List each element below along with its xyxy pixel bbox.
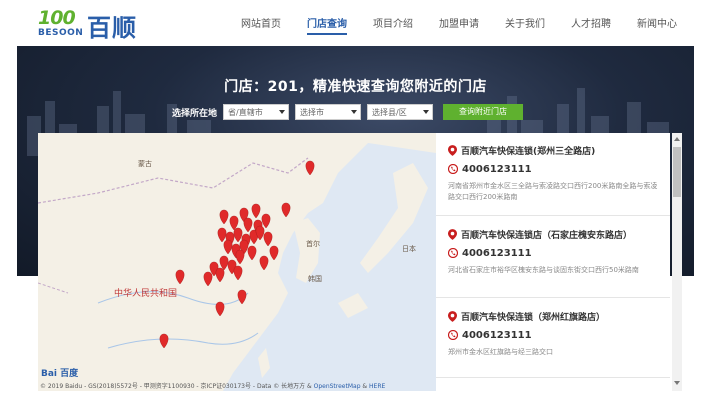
province-select[interactable]: 省/直辖市 (223, 104, 290, 120)
city-select-value: 选择市 (300, 108, 325, 117)
store-address: 河南省郑州市金水区三全路与索凌路交口西行200米路南全路与索凌路交口西行200米… (448, 182, 658, 201)
location-pin-icon (448, 144, 457, 156)
logo-number: 100 (38, 7, 76, 29)
city-select[interactable]: 选择市 (295, 104, 362, 120)
main-nav: 网站首页 门店查询 项目介绍 加盟申请 关于我们 人才招聘 新闻中心 (215, 15, 677, 35)
map-label-seoul: 首尔 (306, 240, 320, 248)
phone-icon (448, 248, 458, 258)
list-item[interactable]: 百顺汽车快保连锁(郑州三全路店) 4006123111 河南省郑州市金水区三全路… (436, 143, 670, 203)
map-canvas (38, 133, 436, 391)
attribution-sep: & (360, 383, 370, 390)
location-pin-icon (448, 310, 457, 322)
store-name: 百顺汽车快保连锁店（石家庄槐安东路店） (461, 230, 633, 241)
map-label-korea: 韩国 (308, 275, 322, 283)
store-phone: 4006123111 (462, 247, 532, 259)
location-filter: 选择所在地 省/直辖市 选择市 选择县/区 查询附近门店 (172, 104, 524, 120)
nav-news[interactable]: 新闻中心 (637, 15, 677, 35)
store-map[interactable]: 蒙古 中华人民共和国 首尔 韩国 日本 Bai 百度 © 2019 Baidu … (38, 133, 436, 391)
map-label-japan: 日本 (402, 245, 416, 253)
scroll-thumb[interactable] (673, 147, 681, 197)
baidu-logo[interactable]: Bai 百度 (41, 366, 78, 379)
list-item[interactable]: 百顺汽车快保连锁（郑州红旗路店） 4006123111 郑州市金水区红旗路与经三… (436, 309, 670, 358)
store-address: 河北省石家庄市裕华区槐安东路与谈固东街交口西行50米路南 (448, 266, 639, 274)
district-select[interactable]: 选择县/区 (367, 104, 434, 120)
chevron-down-icon (351, 110, 358, 114)
nav-store-search[interactable]: 门店查询 (307, 15, 347, 35)
scroll-up-arrow-icon[interactable] (674, 137, 680, 141)
divider (436, 377, 670, 378)
divider (436, 215, 670, 216)
store-list-scrollbar[interactable] (672, 133, 682, 391)
chevron-down-icon (279, 110, 286, 114)
nav-about[interactable]: 关于我们 (505, 15, 545, 35)
divider (436, 297, 670, 298)
map-label-china: 中华人民共和国 (114, 289, 178, 299)
store-phone: 4006123111 (462, 163, 532, 175)
location-pin-icon (448, 228, 457, 240)
here-link[interactable]: HERE (369, 383, 385, 390)
osm-link[interactable]: OpenStreetMap (314, 383, 361, 390)
nav-home[interactable]: 网站首页 (241, 15, 281, 35)
store-name: 百顺汽车快保连锁(郑州三全路店) (461, 146, 596, 157)
site-header: 100 BESOON 百顺 网站首页 门店查询 项目介绍 加盟申请 关于我们 人… (0, 0, 725, 46)
attribution-text: © 2019 Baidu - GS(2018)5572号 - 甲测资字11009… (40, 383, 314, 390)
chevron-down-icon (423, 110, 430, 114)
brand-logo[interactable]: 100 BESOON 百顺 (38, 7, 138, 42)
logo-brand-en: BESOON (38, 28, 84, 38)
search-nearby-button[interactable]: 查询附近门店 (443, 104, 524, 120)
store-name: 百顺汽车快保连锁（郑州红旗路店） (461, 312, 606, 323)
store-list: 百顺汽车快保连锁(郑州三全路店) 4006123111 河南省郑州市金水区三全路… (436, 133, 670, 391)
store-phone: 4006123111 (462, 329, 532, 341)
map-attribution: © 2019 Baidu - GS(2018)5572号 - 甲测资字11009… (40, 381, 385, 390)
nav-projects[interactable]: 项目介绍 (373, 15, 413, 35)
province-select-value: 省/直辖市 (228, 108, 263, 117)
scroll-down-arrow-icon[interactable] (674, 381, 680, 385)
hero-title: 门店：201，精准快速查询您附近的门店 (224, 79, 487, 95)
filter-label: 选择所在地 (172, 108, 218, 119)
page: 100 BESOON 百顺 网站首页 门店查询 项目介绍 加盟申请 关于我们 人… (0, 0, 725, 419)
store-address: 郑州市金水区红旗路与经三路交口 (448, 348, 553, 356)
phone-icon (448, 164, 458, 174)
logo-brand-cn: 百顺 (87, 14, 137, 42)
district-select-value: 选择县/区 (372, 108, 407, 117)
nav-careers[interactable]: 人才招聘 (571, 15, 611, 35)
phone-icon (448, 330, 458, 340)
nav-franchise[interactable]: 加盟申请 (439, 15, 479, 35)
map-label-mongolia: 蒙古 (138, 160, 152, 168)
list-item[interactable]: 百顺汽车快保连锁店（石家庄槐安东路店） 4006123111 河北省石家庄市裕华… (436, 227, 670, 276)
